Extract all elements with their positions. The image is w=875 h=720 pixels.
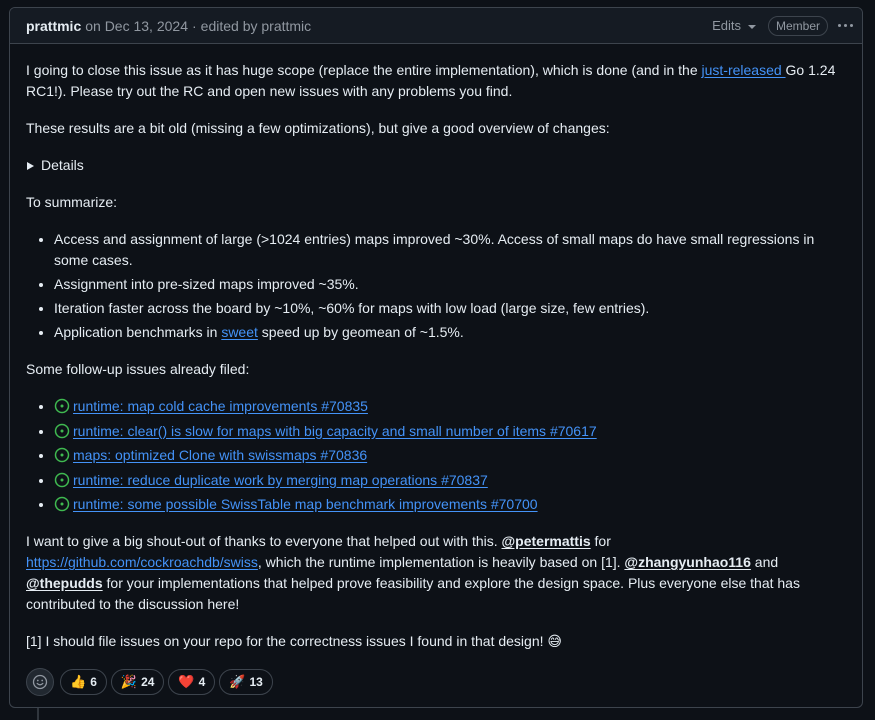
list-item: Application benchmarks in sweet speed up…: [54, 322, 846, 343]
bullet4-text-a: Application benchmarks in: [54, 324, 222, 340]
issue-link[interactable]: maps: optimized Clone with swissmaps #70…: [73, 447, 367, 463]
intro-text-a: I going to close this issue as it has hu…: [26, 62, 702, 78]
issue-comment: prattmic on Dec 13, 2024 · edited by pra…: [9, 7, 863, 708]
issue-opened-icon: [54, 496, 70, 512]
reaction-count: 24: [141, 674, 155, 689]
reactions-bar: 👍 6 🎉 24 ❤️ 4 🚀 13: [26, 668, 846, 696]
thanks-text-b: for: [590, 533, 611, 549]
just-released-link[interactable]: just-released: [702, 62, 786, 78]
issue-link[interactable]: runtime: map cold cache improvements #70…: [73, 398, 368, 414]
header-separator: ·: [191, 17, 197, 34]
hooray-icon: 🎉: [120, 674, 138, 690]
member-badge: Member: [767, 15, 828, 36]
reaction-rocket-button[interactable]: 🚀 13: [219, 669, 273, 695]
add-reaction-button[interactable]: [26, 668, 54, 696]
comment-body: I going to close this issue as it has hu…: [10, 44, 862, 696]
mention-thepudds[interactable]: @thepudds: [26, 575, 103, 591]
bullet4-text-b: speed up by geomean of ~1.5%.: [257, 324, 464, 340]
comment-timestamp[interactable]: on Dec 13, 2024: [85, 18, 188, 34]
rocket-icon: 🚀: [229, 674, 246, 690]
sweet-link[interactable]: sweet: [221, 324, 258, 340]
mention-zhangyunhao116[interactable]: @zhangyunhao116: [624, 554, 750, 570]
results-paragraph: These results are a bit old (missing a f…: [26, 120, 610, 136]
swiss-repo-link[interactable]: https://github.com/cockroachdb/swiss: [26, 554, 258, 570]
thanks-text-c: , which the runtime implementation is he…: [257, 554, 625, 570]
smiley-icon: [32, 674, 48, 690]
thanks-paragraph: I want to give a big shout-out of thanks…: [26, 531, 846, 615]
issue-opened-icon: [54, 447, 70, 463]
reaction-count: 4: [198, 674, 206, 689]
footnote-paragraph: [1] I should file issues on your repo fo…: [26, 633, 562, 649]
edits-dropdown[interactable]: Edits: [712, 18, 756, 33]
timeline-line: [37, 708, 39, 720]
list-item: runtime: reduce duplicate work by mergin…: [54, 470, 846, 491]
author-link[interactable]: prattmic: [26, 18, 81, 34]
intro-paragraph: I going to close this issue as it has hu…: [26, 60, 846, 102]
heart-icon: ❤️: [178, 674, 195, 690]
list-item: runtime: map cold cache improvements #70…: [54, 396, 846, 417]
list-item: Iteration faster across the board by ~10…: [54, 298, 846, 319]
details-toggle[interactable]: Details: [26, 155, 846, 176]
kebab-menu-icon[interactable]: [832, 13, 858, 39]
issue-link[interactable]: runtime: reduce duplicate work by mergin…: [73, 472, 488, 488]
list-item: runtime: some possible SwissTable map be…: [54, 494, 846, 515]
list-item: maps: optimized Clone with swissmaps #70…: [54, 445, 846, 466]
mention-petermattis[interactable]: @petermattis: [502, 533, 591, 549]
summary-list: Access and assignment of large (>1024 en…: [26, 229, 846, 343]
triangle-right-icon: [27, 161, 34, 170]
edits-label: Edits: [712, 18, 741, 33]
reaction-hooray-button[interactable]: 🎉 24: [110, 669, 165, 695]
chevron-down-icon: [747, 24, 756, 29]
comment-header: prattmic on Dec 13, 2024 · edited by pra…: [10, 8, 862, 44]
thanks-text-a: I want to give a big shout-out of thanks…: [26, 533, 502, 549]
reaction-thumbs-up-button[interactable]: 👍 6: [60, 669, 107, 695]
edited-by-label: edited by prattmic: [200, 17, 312, 34]
issue-link[interactable]: runtime: clear() is slow for maps with b…: [73, 423, 597, 439]
followup-issue-list: runtime: map cold cache improvements #70…: [26, 396, 846, 515]
issue-opened-icon: [54, 472, 70, 487]
reaction-heart-button[interactable]: ❤️ 4: [168, 669, 216, 695]
reaction-count: 6: [90, 674, 97, 689]
followup-intro: Some follow-up issues already filed:: [26, 361, 250, 377]
details-label: Details: [41, 157, 84, 173]
summary-intro: To summarize:: [26, 194, 118, 210]
list-item: Assignment into pre-sized maps improved …: [54, 274, 846, 295]
thanks-text-e: for your implementations that helped pro…: [26, 575, 800, 612]
thumbs-up-icon: 👍: [70, 674, 87, 690]
thanks-text-d: and: [750, 554, 779, 570]
reaction-count: 13: [249, 674, 263, 689]
issue-opened-icon: [54, 423, 70, 438]
list-item: runtime: clear() is slow for maps with b…: [54, 421, 846, 442]
header-actions: Edits Member: [712, 13, 862, 39]
issue-opened-icon: [54, 398, 70, 414]
list-item: Access and assignment of large (>1024 en…: [54, 229, 846, 271]
issue-link[interactable]: runtime: some possible SwissTable map be…: [73, 496, 538, 512]
